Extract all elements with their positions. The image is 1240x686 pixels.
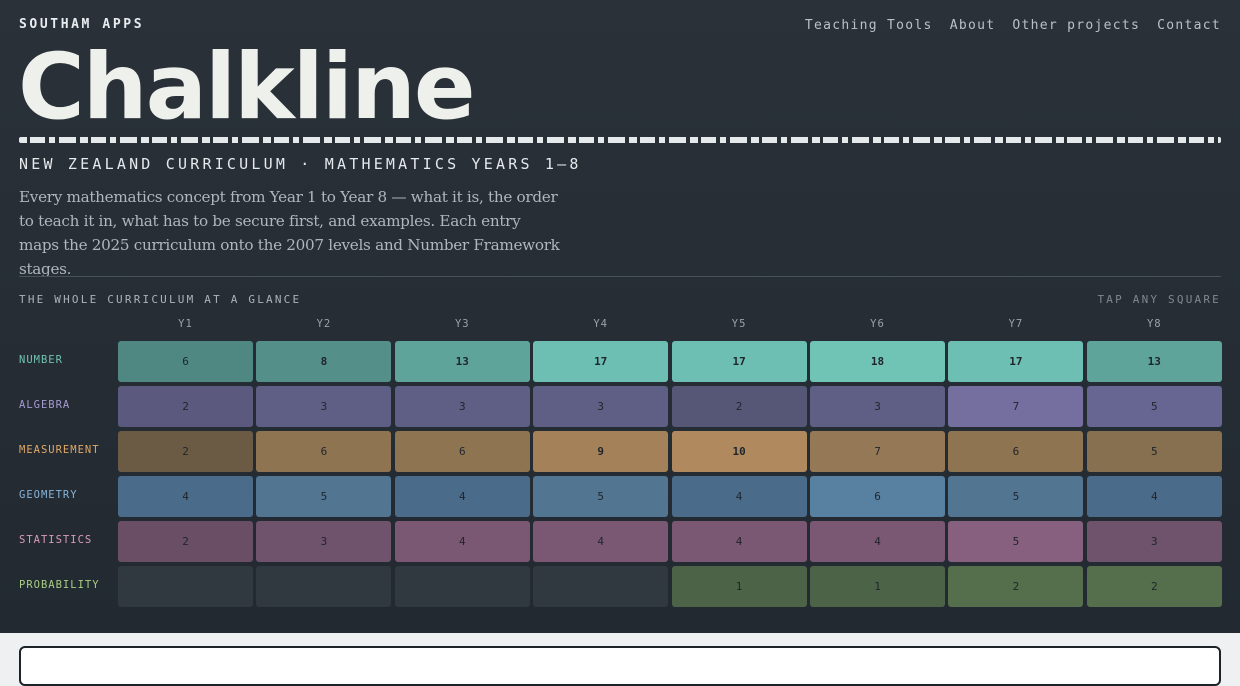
grid-cell-statistics-y4[interactable]: 4 — [533, 521, 669, 562]
grid-cell-geometry-y8[interactable]: 4 — [1086, 476, 1222, 517]
grid-cell-algebra-y5[interactable]: 2 — [671, 386, 807, 427]
page-title: Chalkline — [18, 35, 476, 140]
grid-cell-probability-y3 — [394, 566, 530, 607]
nav-link-teaching-tools[interactable]: Teaching Tools — [805, 18, 933, 33]
grid-cell-probability-y6[interactable]: 1 — [810, 566, 945, 607]
grid-cell-number-y1[interactable]: 6 — [118, 341, 253, 382]
grid-cell-algebra-y8[interactable]: 5 — [1086, 386, 1222, 427]
grid-cell-number-y6[interactable]: 18 — [810, 341, 945, 382]
page-subtitle: NEW ZEALAND CURRICULUM · MATHEMATICS YEA… — [19, 155, 582, 173]
grid-cell-measurement-y1[interactable]: 2 — [118, 431, 253, 472]
grid-cell-geometry-y5[interactable]: 4 — [671, 476, 807, 517]
year-column-header: Y6 — [870, 318, 885, 330]
grid-cell-statistics-y5[interactable]: 4 — [671, 521, 807, 562]
grid-cell-number-y5[interactable]: 17 — [671, 341, 807, 382]
grid-cell-measurement-y4[interactable]: 9 — [533, 431, 669, 472]
nav-link-about[interactable]: About — [950, 18, 996, 33]
year-column-header: Y7 — [1008, 318, 1024, 330]
grid-cell-geometry-y3[interactable]: 4 — [394, 476, 530, 517]
overview-hint: TAP ANY SQUARE — [1097, 293, 1221, 306]
grid-cell-statistics-y2[interactable]: 3 — [256, 521, 392, 562]
content-card — [19, 646, 1221, 686]
year-column-header: Y3 — [454, 318, 470, 330]
grid-cell-statistics-y6[interactable]: 4 — [810, 521, 945, 562]
grid-cell-number-y7[interactable]: 17 — [948, 341, 1084, 382]
grid-cell-number-y2[interactable]: 8 — [256, 341, 392, 382]
grid-cell-algebra-y3[interactable]: 3 — [394, 386, 530, 427]
grid-cell-geometry-y6[interactable]: 6 — [810, 476, 945, 517]
strand-label-geometry: GEOMETRY — [19, 489, 78, 501]
grid-cell-statistics-y7[interactable]: 5 — [948, 521, 1084, 562]
intro-paragraph: Every mathematics concept from Year 1 to… — [19, 188, 560, 278]
grid-cell-geometry-y7[interactable]: 5 — [948, 476, 1084, 517]
nav-link-contact[interactable]: Contact — [1157, 18, 1221, 33]
strand-label-number: NUMBER — [19, 354, 63, 366]
grid-cell-probability-y7[interactable]: 2 — [948, 566, 1084, 607]
grid-cell-statistics-y1[interactable]: 2 — [118, 521, 253, 562]
grid-cell-number-y8[interactable]: 13 — [1086, 341, 1222, 382]
grid-cell-probability-y5[interactable]: 1 — [671, 566, 807, 607]
year-column-header: Y8 — [1146, 318, 1162, 330]
top-nav: Teaching Tools About Other projects Cont… — [805, 18, 1221, 33]
strand-label-measurement: MEASUREMENT — [19, 444, 100, 456]
grid-cell-measurement-y8[interactable]: 5 — [1086, 431, 1222, 472]
strand-label-statistics: STATISTICS — [19, 534, 93, 546]
year-column-header: Y4 — [593, 318, 609, 330]
grid-cell-measurement-y5[interactable]: 10 — [671, 431, 807, 472]
nav-link-other-projects[interactable]: Other projects — [1012, 18, 1140, 33]
overview-heading: THE WHOLE CURRICULUM AT A GLANCE — [19, 293, 302, 306]
grid-cell-statistics-y8[interactable]: 3 — [1086, 521, 1222, 562]
grid-cell-algebra-y1[interactable]: 2 — [118, 386, 253, 427]
grid-cell-measurement-y7[interactable]: 6 — [948, 431, 1084, 472]
grid-cell-number-y3[interactable]: 13 — [394, 341, 530, 382]
grid-cell-probability-y8[interactable]: 2 — [1086, 566, 1222, 607]
grid-cell-geometry-y2[interactable]: 5 — [256, 476, 392, 517]
strand-label-probability: PROBABILITY — [19, 579, 100, 591]
grid-cell-algebra-y6[interactable]: 3 — [810, 386, 945, 427]
decorative-dashed-rule — [19, 137, 1221, 143]
grid-cell-algebra-y2[interactable]: 3 — [256, 386, 392, 427]
grid-cell-geometry-y1[interactable]: 4 — [118, 476, 253, 517]
section-divider — [19, 276, 1221, 277]
grid-cell-algebra-y4[interactable]: 3 — [533, 386, 669, 427]
grid-cell-algebra-y7[interactable]: 7 — [948, 386, 1084, 427]
hero-section: SOUTHAM APPS Teaching Tools About Other … — [0, 0, 1240, 633]
year-column-header: Y5 — [731, 318, 747, 330]
grid-cell-probability-y4 — [533, 566, 669, 607]
grid-cell-measurement-y3[interactable]: 6 — [394, 431, 530, 472]
grid-cell-measurement-y2[interactable]: 6 — [256, 431, 392, 472]
grid-cell-measurement-y6[interactable]: 7 — [810, 431, 945, 472]
grid-cell-geometry-y4[interactable]: 5 — [533, 476, 669, 517]
grid-cell-probability-y2 — [256, 566, 392, 607]
year-column-header: Y2 — [316, 318, 332, 330]
grid-cell-probability-y1 — [118, 566, 253, 607]
grid-cell-number-y4[interactable]: 17 — [533, 341, 669, 382]
year-column-header: Y1 — [178, 318, 193, 330]
grid-cell-statistics-y3[interactable]: 4 — [394, 521, 530, 562]
brand-logo[interactable]: SOUTHAM APPS — [19, 17, 144, 32]
strand-label-algebra: ALGEBRA — [19, 399, 71, 411]
